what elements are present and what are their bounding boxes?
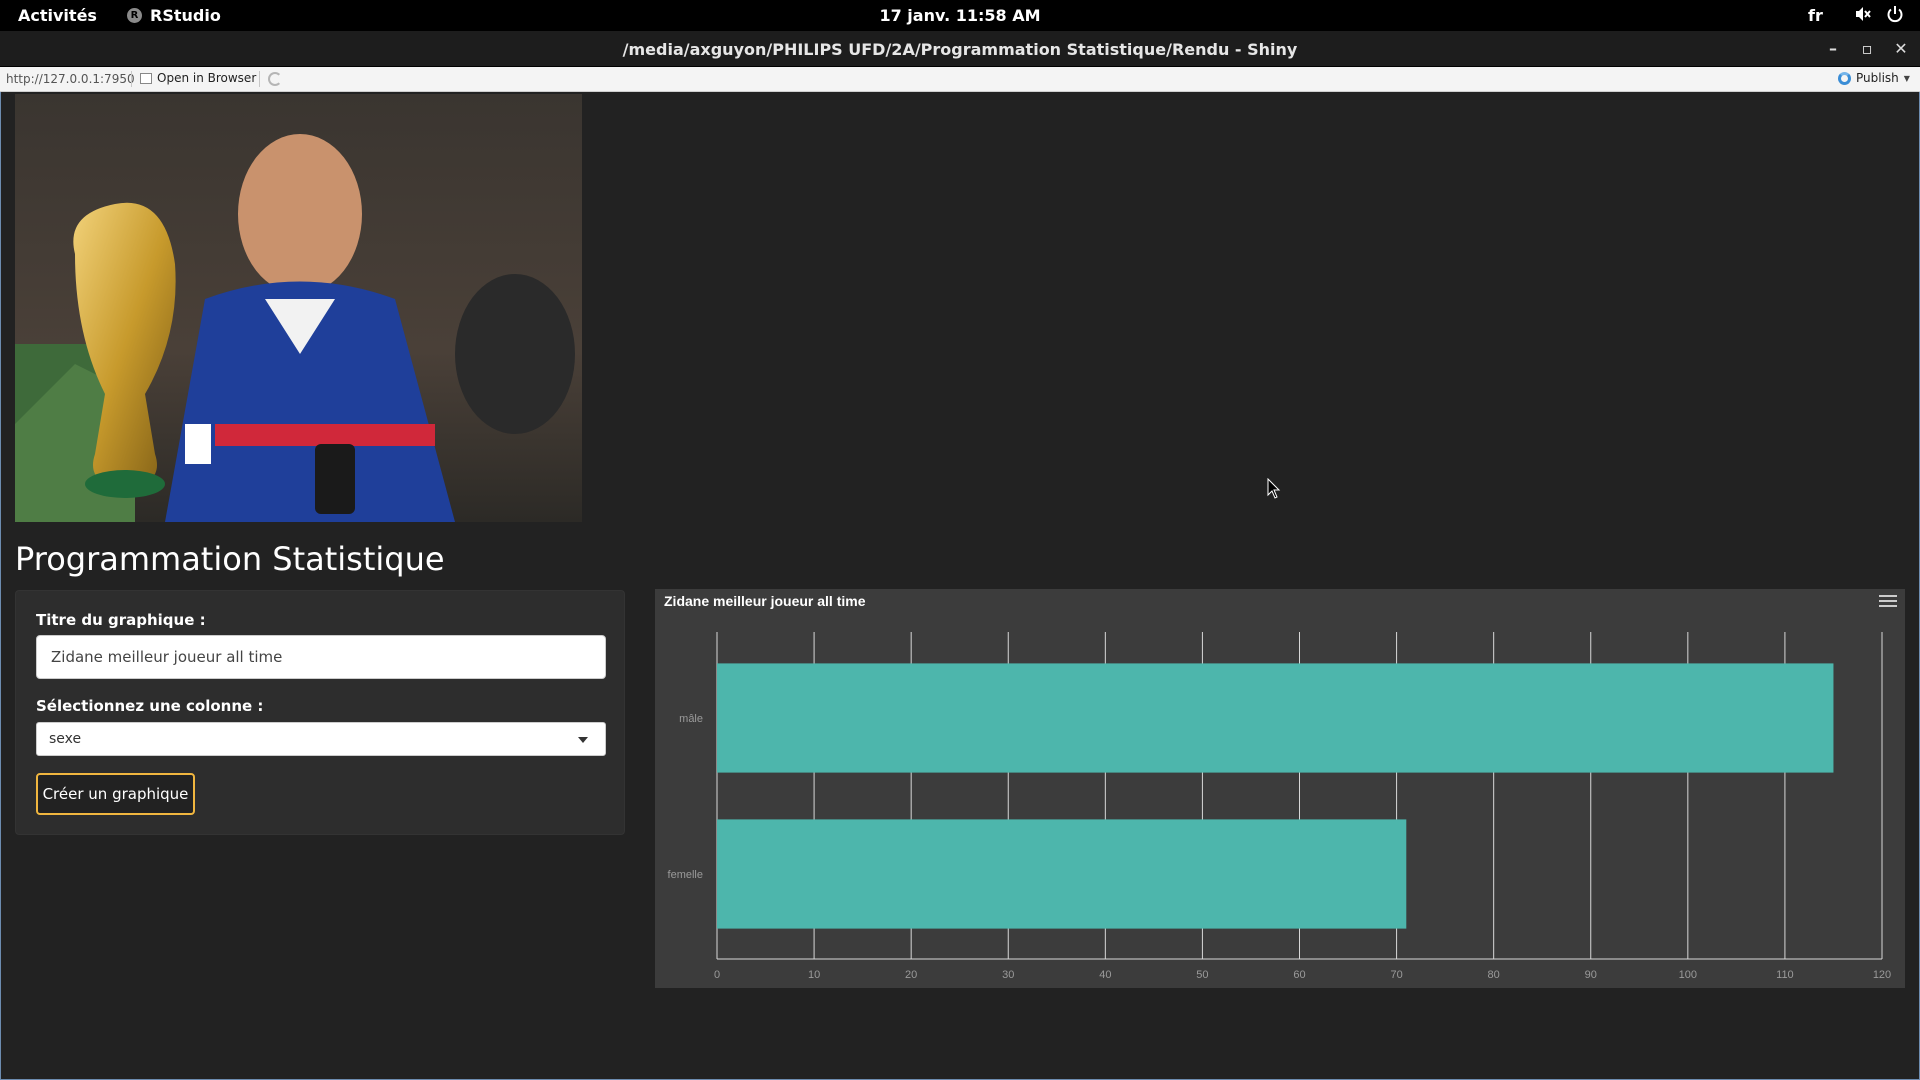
toolbar-divider xyxy=(131,71,132,87)
chart-title-label: Titre du graphique : xyxy=(36,611,206,629)
publish-label: Publish xyxy=(1856,71,1899,85)
x-tick-label: 0 xyxy=(714,969,720,981)
page-title: Programmation Statistique xyxy=(15,540,445,578)
chevron-down-icon xyxy=(578,737,588,743)
x-tick-label: 40 xyxy=(1099,969,1111,981)
maximize-icon[interactable]: ▫ xyxy=(1857,39,1877,59)
url-label: http://127.0.0.1:7950 xyxy=(6,72,135,86)
bar-chart: 0 10 20 30 40 50 60 70 80 90 100 110 120 mâle femelle xyxy=(668,632,1891,981)
chart-panel: 0 10 20 30 40 50 60 70 80 90 100 110 120 mâle femelle … xyxy=(655,589,1905,988)
system-tray[interactable] xyxy=(1854,5,1904,23)
x-tick-label: 10 xyxy=(808,969,820,981)
y-category-label: mâle xyxy=(679,713,703,725)
close-icon[interactable]: ✕ xyxy=(1891,39,1911,59)
chart-menu-icon[interactable] xyxy=(1879,595,1897,609)
x-tick-label: 20 xyxy=(905,969,917,981)
x-tick-label: 50 xyxy=(1196,969,1208,981)
bar-1 xyxy=(717,819,1407,929)
header-image xyxy=(15,94,582,522)
publish-button[interactable]: Publish ▼ xyxy=(1838,71,1910,85)
x-tick-label: 120 xyxy=(1873,969,1891,981)
y-category-label: femelle xyxy=(668,869,703,881)
column-select-value: sexe xyxy=(49,731,82,747)
column-select-label: Sélectionnez une colonne : xyxy=(36,697,264,715)
viewer-toolbar: http://127.0.0.1:7950 Open in Browser Pu… xyxy=(0,67,1920,92)
x-tick-label: 100 xyxy=(1679,969,1697,981)
column-select[interactable]: sexe xyxy=(36,722,606,756)
power-icon[interactable] xyxy=(1886,5,1904,23)
minimize-icon[interactable]: – xyxy=(1823,39,1843,59)
window-title: /media/axguyon/PHILIPS UFD/2A/Programmat… xyxy=(622,40,1298,59)
bar-0 xyxy=(717,663,1834,773)
chevron-down-icon: ▼ xyxy=(1903,73,1910,83)
x-tick-label: 30 xyxy=(1002,969,1014,981)
x-tick-label: 90 xyxy=(1585,969,1597,981)
refresh-icon[interactable] xyxy=(268,72,282,86)
sidebar-panel: Titre du graphique : Zidane meilleur jou… xyxy=(15,590,625,835)
clock[interactable]: 17 janv. 11:58 AM xyxy=(0,6,1920,25)
x-tick-label: 70 xyxy=(1390,969,1402,981)
open-in-browser-label: Open in Browser xyxy=(157,71,257,85)
chart-title-input[interactable]: Zidane meilleur joueur all time xyxy=(36,635,606,679)
system-top-bar: Activités R RStudio 17 janv. 11:58 AM fr xyxy=(0,0,1920,31)
keyboard-language[interactable]: fr xyxy=(1808,6,1823,25)
mouse-cursor-icon xyxy=(1267,478,1281,499)
x-tick-label: 110 xyxy=(1776,969,1794,981)
toolbar-divider xyxy=(259,71,260,87)
chart-title: Zidane meilleur joueur all time xyxy=(664,593,866,609)
x-tick-label: 80 xyxy=(1488,969,1500,981)
browser-icon xyxy=(140,72,152,84)
x-tick-label: 60 xyxy=(1293,969,1305,981)
window-titlebar[interactable]: /media/axguyon/PHILIPS UFD/2A/Programmat… xyxy=(0,31,1920,67)
publish-icon xyxy=(1838,71,1851,85)
volume-muted-icon[interactable] xyxy=(1854,5,1872,23)
create-chart-button[interactable]: Créer un graphique xyxy=(36,773,195,815)
open-in-browser-button[interactable]: Open in Browser xyxy=(140,71,256,85)
